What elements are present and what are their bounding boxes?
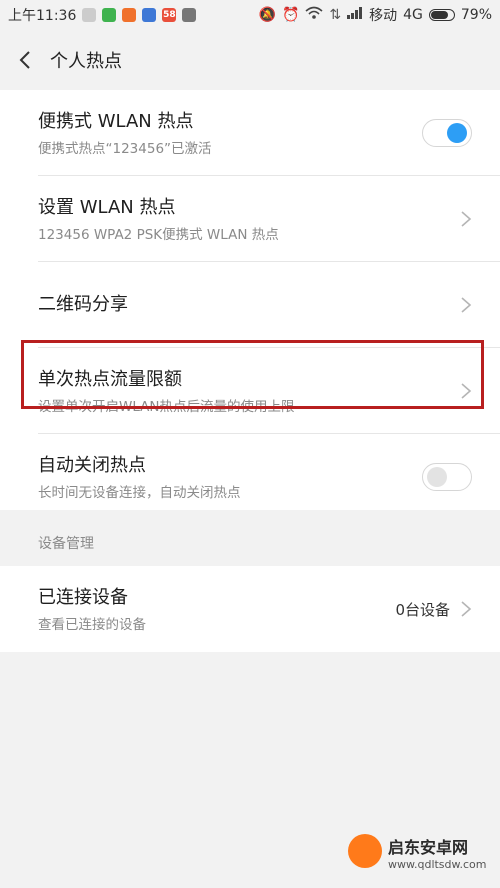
back-button[interactable] (0, 30, 50, 90)
app-icon-gray (182, 8, 197, 22)
chevron-right-icon (460, 382, 472, 400)
app-icon-58: 58 (162, 8, 177, 22)
data-limit-row[interactable]: 单次热点流量限额 设置单次开启WLAN热点后流量的使用上限 (0, 348, 500, 434)
connected-devices-row[interactable]: 已连接设备 查看已连接的设备 0台设备 (0, 566, 500, 652)
device-count: 0台设备 (395, 600, 450, 619)
battery-icon (428, 9, 455, 21)
setup-wlan-label: 设置 WLAN 热点 (38, 196, 176, 218)
chevron-left-icon (19, 51, 30, 69)
watermark-url: www.qdltsdw.com (388, 858, 487, 871)
portable-wlan-hotspot-row[interactable]: 便携式 WLAN 热点 便携式热点“123456”已激活 (0, 90, 500, 176)
portable-wlan-toggle[interactable] (422, 119, 472, 147)
status-bar: 上午11:36 58 🔕 ⏰ ⇅ 移动 4G 79% (0, 0, 500, 30)
auto-close-toggle[interactable] (422, 463, 472, 491)
mute-icon: 🔕 (258, 7, 276, 23)
auto-close-detail: 长时间无设备连接，自动关闭热点 (38, 484, 241, 501)
app-icon-orange (122, 8, 137, 22)
watermark-logo-icon (348, 834, 382, 868)
watermark-name: 启东安卓网 (388, 838, 469, 857)
status-time: 上午11:36 (8, 8, 77, 24)
watermark: 启东安卓网 www.qdltsdw.com (344, 828, 494, 884)
status-bar-left: 上午11:36 58 (8, 5, 197, 25)
connected-devices-label: 已连接设备 (38, 586, 128, 608)
data-limit-detail: 设置单次开启WLAN热点后流量的使用上限 (38, 398, 295, 415)
auto-close-label: 自动关闭热点 (38, 454, 146, 476)
signal-icon (347, 7, 363, 23)
chevron-right-icon (460, 600, 472, 618)
chevron-right-icon (460, 296, 472, 314)
qr-share-label: 二维码分享 (38, 294, 128, 315)
device-management-header: 设备管理 (38, 536, 94, 552)
hotspot-settings-list: 便携式 WLAN 热点 便携式热点“123456”已激活 设置 WLAN 热点 … (0, 90, 500, 510)
app-icon-green (102, 8, 117, 22)
portable-wlan-label: 便携式 WLAN 热点 (38, 110, 194, 132)
carrier-label: 移动 (369, 8, 398, 24)
data-arrows-icon: ⇅ (329, 7, 342, 23)
setup-wlan-detail: 123456 WPA2 PSK便携式 WLAN 热点 (38, 226, 279, 243)
page-title: 个人热点 (50, 51, 122, 72)
app-icon-gray-circle (82, 8, 97, 22)
portable-wlan-status: 便携式热点“123456”已激活 (38, 140, 212, 157)
chevron-right-icon (460, 210, 472, 228)
battery-percent: 79% (460, 7, 492, 23)
network-label: 4G (403, 7, 423, 23)
title-bar: 个人热点 (0, 30, 500, 90)
setup-wlan-hotspot-row[interactable]: 设置 WLAN 热点 123456 WPA2 PSK便携式 WLAN 热点 (0, 176, 500, 262)
device-list: 已连接设备 查看已连接的设备 0台设备 (0, 566, 500, 652)
auto-close-hotspot-row[interactable]: 自动关闭热点 长时间无设备连接，自动关闭热点 (0, 434, 500, 520)
connected-devices-detail: 查看已连接的设备 (38, 616, 146, 633)
status-bar-right: 🔕 ⏰ ⇅ 移动 4G 79% (258, 5, 492, 25)
data-limit-label: 单次热点流量限额 (38, 368, 182, 390)
alarm-icon: ⏰ (281, 7, 300, 23)
app-icon-blue (142, 8, 157, 22)
qr-share-row[interactable]: 二维码分享 (0, 262, 500, 348)
wifi-icon (305, 6, 323, 24)
